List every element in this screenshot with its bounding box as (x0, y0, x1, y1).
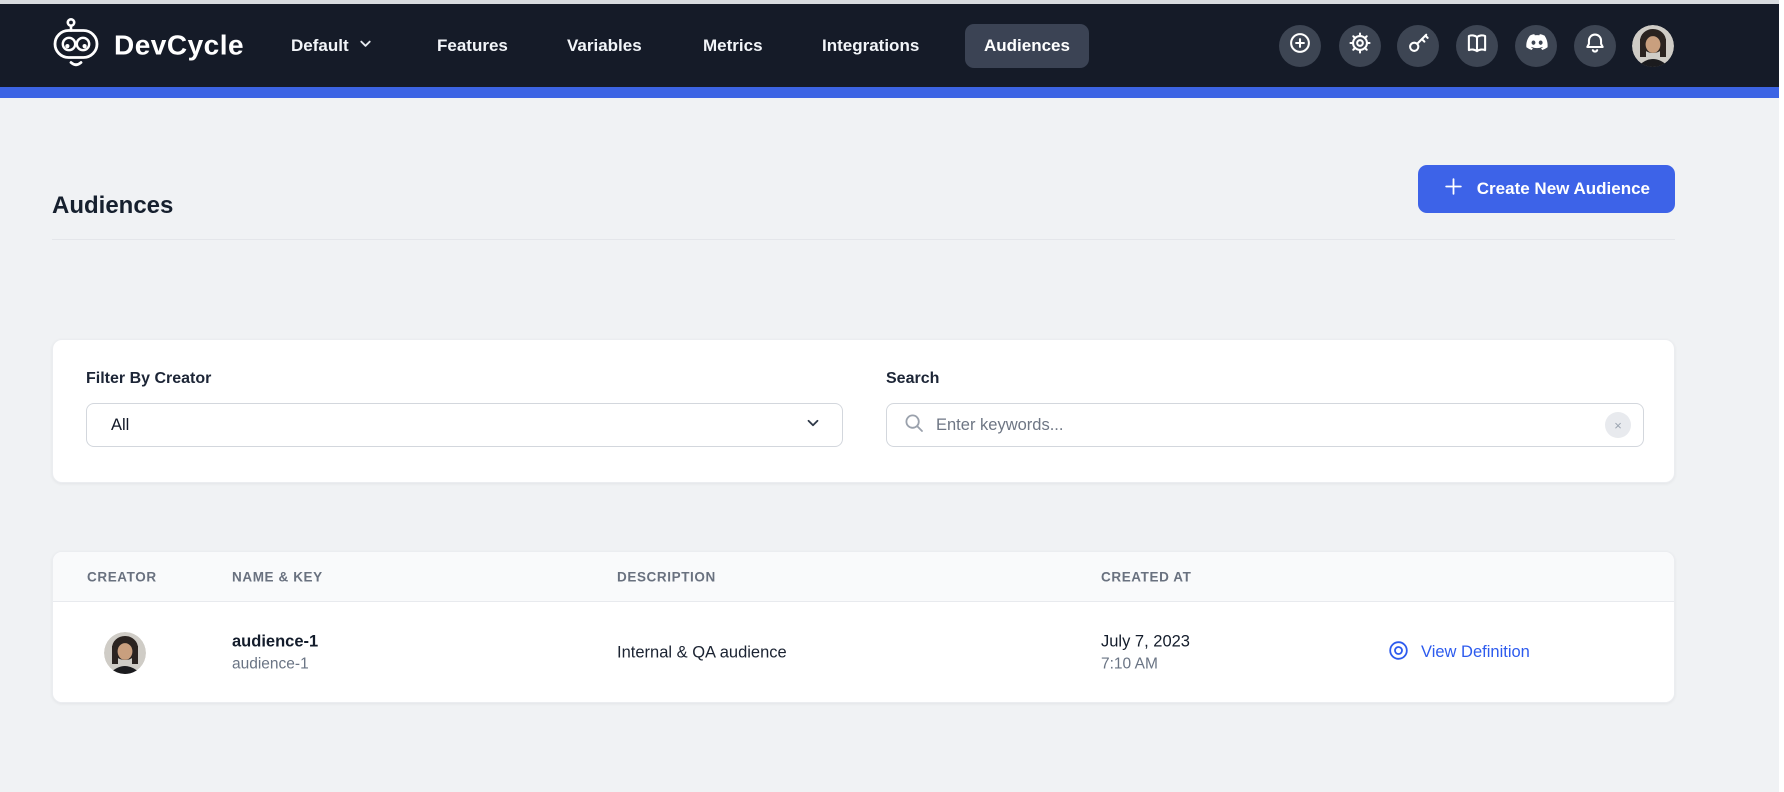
created-time: 7:10 AM (1101, 655, 1190, 673)
accent-top-bar (0, 87, 1784, 98)
api-keys-button[interactable] (1397, 25, 1439, 67)
top-navbar: DevCycle Default Features Variables Metr… (0, 4, 1784, 87)
title-divider (52, 239, 1675, 240)
search-icon (903, 412, 925, 439)
nav-item-variables[interactable]: Variables (567, 36, 642, 56)
table-header-row: CREATOR NAME & KEY DESCRIPTION CREATED A… (53, 552, 1674, 602)
user-avatar[interactable] (1632, 25, 1674, 67)
notifications-button[interactable] (1574, 25, 1616, 67)
nav-item-features[interactable]: Features (437, 36, 508, 56)
filters-card: Filter By Creator All Search × (52, 339, 1675, 483)
audience-name-key-cell: audience-1 audience-1 (232, 632, 318, 673)
clear-search-button[interactable]: × (1605, 412, 1631, 438)
audiences-table: CREATOR NAME & KEY DESCRIPTION CREATED A… (52, 551, 1675, 703)
creator-filter-value: All (111, 416, 129, 435)
discord-icon (1523, 30, 1549, 61)
column-header-creator: CREATOR (87, 569, 157, 584)
brand-wordmark: DevCycle (114, 30, 244, 62)
view-definition-link[interactable]: View Definition (1387, 639, 1530, 667)
plus-circle-icon (1287, 30, 1313, 61)
plus-icon (1443, 176, 1464, 202)
page-title: Audiences (52, 192, 173, 220)
eye-icon (1387, 639, 1410, 667)
add-circle-button[interactable] (1279, 25, 1321, 67)
audience-description: Internal & QA audience (617, 643, 787, 662)
audience-key: audience-1 (232, 655, 318, 673)
search-field: × (886, 403, 1644, 447)
create-button-label: Create New Audience (1477, 179, 1650, 199)
view-definition-label: View Definition (1421, 643, 1530, 662)
nav-item-audiences-active[interactable]: Audiences (965, 24, 1089, 68)
window-right-edge (1779, 0, 1784, 792)
settings-button[interactable] (1339, 25, 1381, 67)
created-date: July 7, 2023 (1101, 632, 1190, 651)
column-header-name-key: NAME & KEY (232, 569, 323, 584)
audience-name: audience-1 (232, 632, 318, 651)
filter-by-creator-label: Filter By Creator (86, 370, 211, 388)
gear-icon (1347, 30, 1373, 61)
chevron-down-icon (358, 36, 373, 56)
documentation-button[interactable] (1456, 25, 1498, 67)
creator-filter-select[interactable]: All (86, 403, 843, 447)
discord-button[interactable] (1515, 25, 1557, 67)
chevron-down-icon (804, 414, 822, 437)
column-header-created-at: CREATED AT (1101, 569, 1192, 584)
search-input[interactable] (936, 416, 1594, 435)
bell-icon (1582, 30, 1608, 61)
create-new-audience-button[interactable]: Create New Audience (1418, 165, 1675, 213)
project-selector-dropdown[interactable]: Default (291, 36, 373, 56)
book-icon (1464, 30, 1490, 61)
nav-item-integrations[interactable]: Integrations (822, 36, 919, 56)
main-content: Audiences Create New Audience Filter By … (0, 98, 1784, 792)
nav-item-metrics[interactable]: Metrics (703, 36, 763, 56)
creator-avatar (104, 632, 146, 674)
key-icon (1405, 30, 1431, 61)
togglebot-robot-icon (52, 16, 100, 75)
project-selector-label: Default (291, 36, 349, 56)
created-at-cell: July 7, 2023 7:10 AM (1101, 632, 1190, 673)
column-header-description: DESCRIPTION (617, 569, 716, 584)
search-label: Search (886, 370, 939, 388)
devcycle-logo[interactable]: DevCycle (52, 16, 244, 75)
table-row[interactable]: audience-1 audience-1 Internal & QA audi… (53, 602, 1674, 703)
